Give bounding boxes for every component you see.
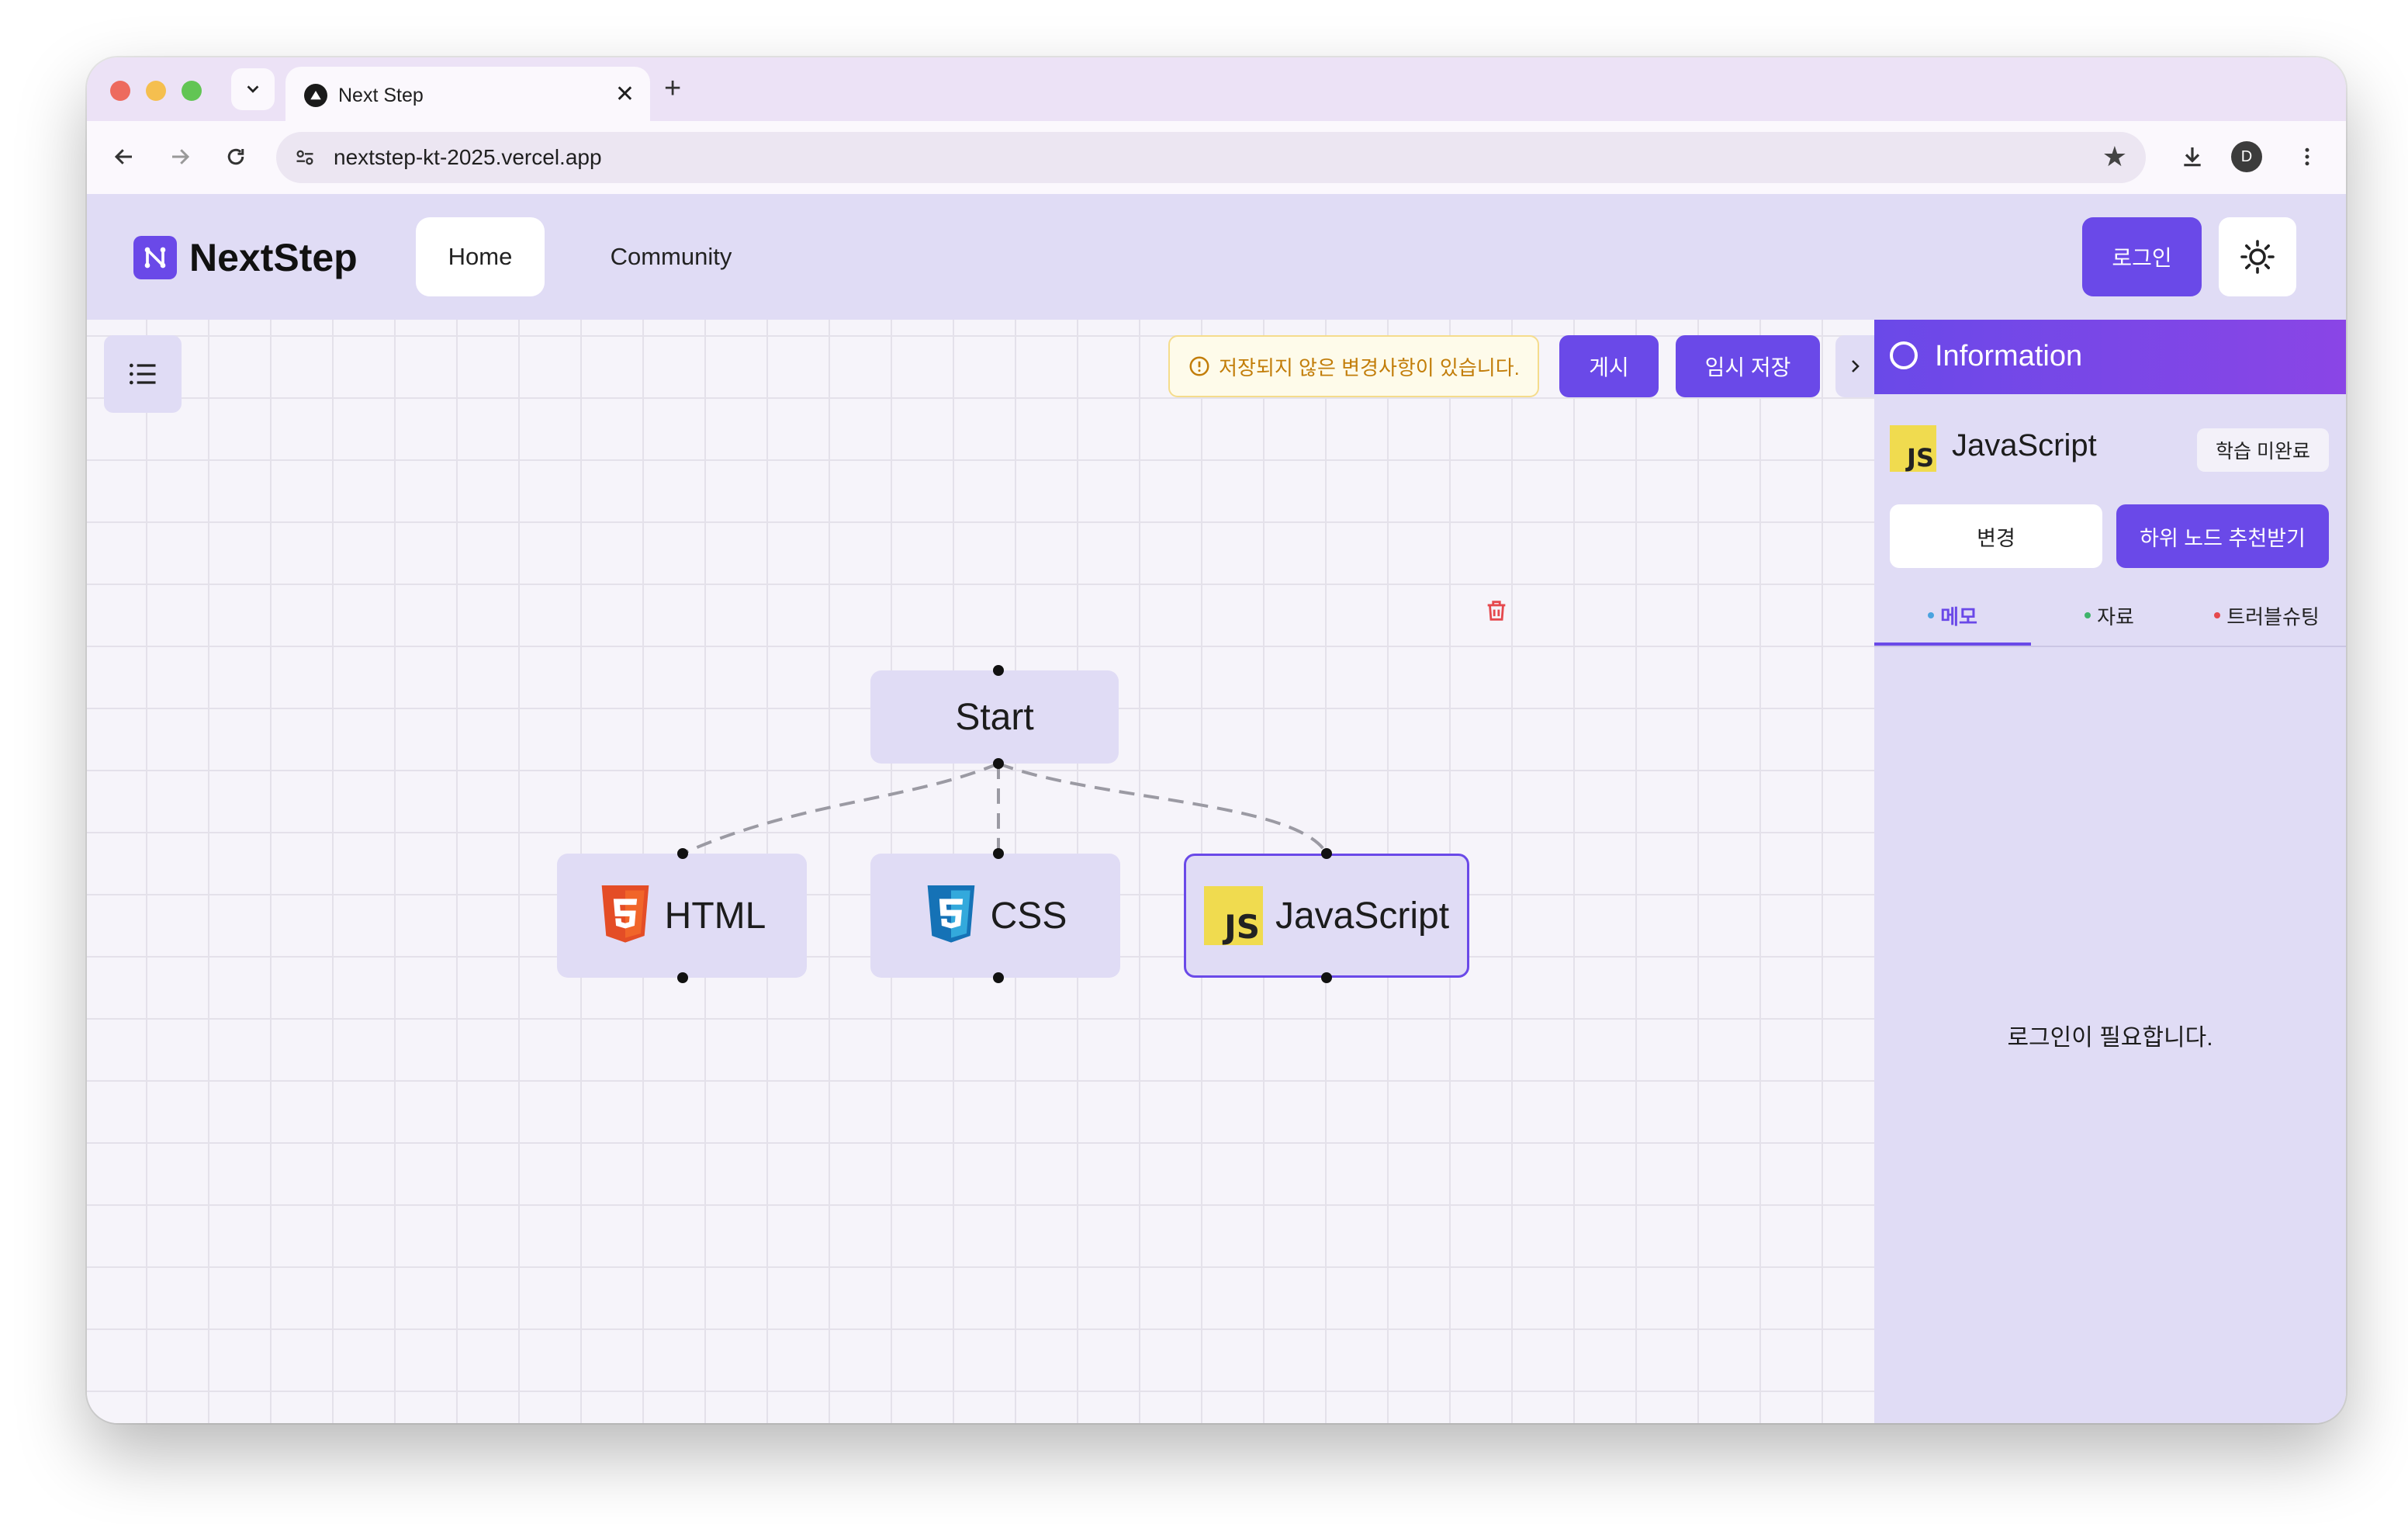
node-handle[interactable]	[993, 758, 1004, 769]
close-window-button[interactable]	[110, 81, 130, 101]
site-settings-icon[interactable]	[292, 144, 318, 171]
tab-strip: Next Step ✕ +	[87, 57, 2346, 123]
chevron-right-icon	[1852, 360, 1860, 372]
node-label: Start	[955, 696, 1034, 738]
sun-icon	[2240, 240, 2275, 274]
node-handle[interactable]	[677, 848, 688, 859]
selected-node-title: JavaScript	[1952, 428, 2097, 462]
roadmap-canvas[interactable]: 저장되지 않은 변경사항이 있습니다. 게시 임시 저장 Start HTML …	[87, 320, 1874, 1423]
nav-community[interactable]: Community	[583, 217, 759, 296]
new-tab-icon[interactable]: +	[664, 73, 681, 104]
css3-logo-icon	[927, 885, 974, 943]
nextstep-logo-icon[interactable]	[133, 236, 177, 279]
browser-window: Next Step ✕ + nextstep-kt-2025.vercel.ap…	[87, 57, 2346, 1423]
tab-dot	[2214, 612, 2221, 618]
app-header: NextStep Home Community 로그인	[87, 194, 2346, 320]
learning-status-badge[interactable]: 학습 미완료	[2197, 428, 2329, 472]
node-html[interactable]: HTML	[557, 854, 807, 978]
tab-title: Next Step	[338, 85, 424, 106]
bookmark-star-icon[interactable]: ★	[2102, 141, 2127, 172]
recommend-subnodes-button[interactable]: 하위 노드 추천받기	[2116, 504, 2329, 568]
circle-icon	[1890, 341, 1918, 369]
node-list-button[interactable]	[104, 335, 182, 413]
tab-troubleshooting[interactable]: 트러블슈팅	[2188, 588, 2346, 643]
sidebar-title: Information	[1935, 340, 2083, 372]
tab-label: 메모	[1940, 604, 1977, 629]
tab-dot	[1928, 612, 1935, 618]
nav-home[interactable]: Home	[416, 217, 545, 296]
node-handle[interactable]	[993, 972, 1004, 983]
reload-icon	[227, 148, 244, 165]
tab-label: 트러블슈팅	[2226, 604, 2320, 629]
draft-save-button[interactable]: 임시 저장	[1676, 335, 1820, 397]
logo-text[interactable]: NextStep	[189, 234, 358, 281]
javascript-logo-icon: JS	[1890, 425, 1936, 472]
tab-dot	[2085, 612, 2091, 618]
node-label: HTML	[664, 895, 766, 937]
node-label: JavaScript	[1275, 895, 1450, 937]
node-handle[interactable]	[677, 972, 688, 983]
profile-avatar[interactable]: D	[2231, 141, 2262, 172]
javascript-logo-icon: JS	[1203, 886, 1263, 945]
login-button[interactable]: 로그인	[2082, 217, 2202, 296]
node-css[interactable]: CSS	[870, 854, 1120, 978]
arrow-right-icon	[172, 149, 190, 165]
html5-logo-icon	[601, 885, 649, 943]
node-handle[interactable]	[1321, 848, 1332, 859]
forward-button[interactable]	[161, 138, 199, 175]
kebab-menu-icon	[2305, 147, 2309, 166]
unsaved-notice-text: 저장되지 않은 변경사항이 있습니다.	[1219, 355, 1520, 379]
node-handle[interactable]	[993, 665, 1004, 676]
address-bar[interactable]: nextstep-kt-2025.vercel.app ★	[276, 132, 2146, 183]
change-button[interactable]: 변경	[1890, 504, 2102, 568]
delete-node-trash-icon[interactable]	[1483, 597, 1510, 624]
tab-label: 자료	[2097, 604, 2134, 629]
collapse-sidebar-button[interactable]	[1835, 335, 1874, 397]
favicon-icon	[304, 84, 327, 107]
tab-search-button[interactable]	[231, 68, 275, 110]
publish-button[interactable]: 게시	[1559, 335, 1659, 397]
chevron-down-icon	[247, 85, 259, 93]
arrow-left-icon	[114, 149, 132, 165]
browser-tab[interactable]: Next Step ✕	[285, 67, 650, 123]
node-handle[interactable]	[1321, 972, 1332, 983]
tab-memo[interactable]: 메모	[1874, 588, 2031, 643]
tab-resources[interactable]: 자료	[2031, 588, 2188, 643]
minimize-window-button[interactable]	[146, 81, 166, 101]
back-button[interactable]	[106, 138, 143, 175]
warning-circle-icon	[1189, 356, 1209, 376]
download-button[interactable]	[2174, 138, 2211, 175]
url-text: nextstep-kt-2025.vercel.app	[334, 145, 602, 169]
list-icon	[129, 363, 156, 385]
sidebar-header: Information	[1874, 320, 2346, 394]
theme-toggle-button[interactable]	[2219, 217, 2296, 296]
tab-close-icon[interactable]: ✕	[615, 81, 635, 109]
node-label: CSS	[990, 895, 1067, 937]
information-sidebar: Information JS JavaScript 학습 미완료 변경 하위 노…	[1874, 320, 2346, 1423]
login-required-message: 로그인이 필요합니다.	[2007, 1025, 2213, 1051]
unsaved-changes-notice: 저장되지 않은 변경사항이 있습니다.	[1168, 335, 1539, 397]
tab-divider	[1874, 646, 2346, 647]
browser-menu-button[interactable]	[2289, 138, 2326, 175]
node-handle[interactable]	[993, 848, 1004, 859]
node-start[interactable]: Start	[870, 670, 1119, 764]
browser-toolbar: nextstep-kt-2025.vercel.app ★ D	[87, 121, 2346, 194]
reload-button[interactable]	[217, 138, 254, 175]
node-javascript[interactable]: JS JavaScript	[1184, 854, 1469, 978]
download-icon	[2184, 147, 2201, 167]
maximize-window-button[interactable]	[182, 81, 202, 101]
